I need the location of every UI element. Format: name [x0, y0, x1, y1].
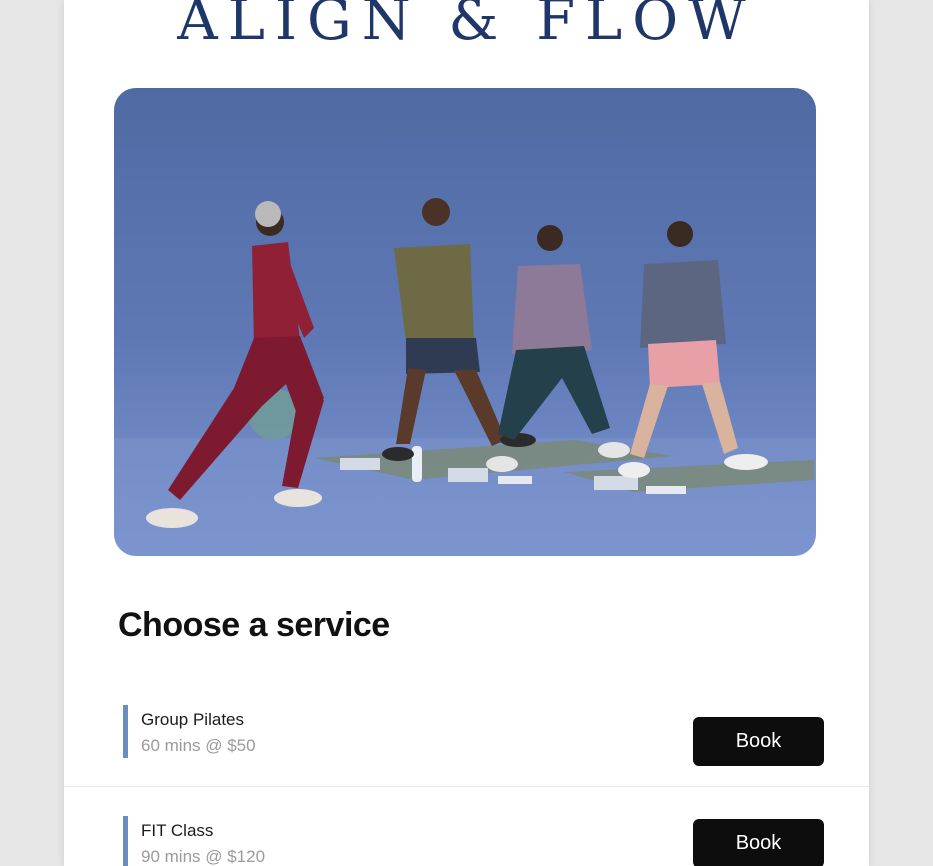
book-group-pilates-button[interactable]: Book [693, 717, 824, 766]
service-meta: 90 mins @ $120 [141, 847, 266, 866]
service-accent-bar [123, 816, 128, 866]
service-item-group-pilates: Group Pilates 60 mins @ $50 Book [64, 690, 869, 790]
section-title: Choose a service [118, 606, 390, 644]
hero-illustration [114, 198, 816, 556]
service-meta: 60 mins @ $50 [141, 736, 256, 755]
divider [64, 786, 869, 787]
service-name: Group Pilates [141, 710, 244, 729]
brand-logo: ALIGN & FLOW [177, 0, 756, 53]
service-accent-bar [123, 705, 128, 758]
booking-page: ALIGN & FLOW Choose a service Group Pila… [64, 0, 869, 866]
book-fit-class-button[interactable]: Book [693, 819, 824, 866]
hero-image [114, 88, 816, 556]
service-name: FIT Class [141, 821, 214, 840]
service-item-fit-class: FIT Class 90 mins @ $120 Book [64, 800, 869, 866]
